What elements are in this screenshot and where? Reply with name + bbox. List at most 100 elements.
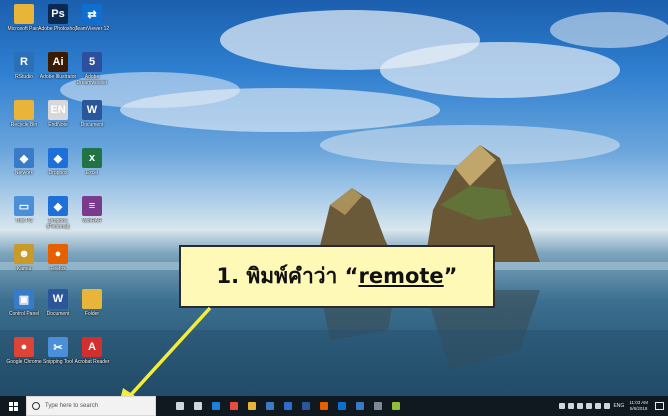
volume-icon[interactable]	[604, 403, 611, 409]
settings-icon	[374, 402, 382, 410]
desktop-shortcut[interactable]: ▭ This PC	[6, 196, 42, 242]
instruction-prefix: 1. พิมพ์คำว่า “	[216, 264, 359, 288]
desktop-shortcut[interactable]: Ai Adobe Illustrator	[40, 52, 76, 98]
taskbar: Type here to search ENG 11:03 AM 5/6/201…	[0, 396, 668, 416]
network-icon: ◆	[14, 148, 34, 168]
start-button[interactable]	[0, 396, 26, 416]
folder-icon	[14, 100, 34, 120]
file-explorer-icon	[248, 402, 256, 410]
desktop-shortcut-label: Firefox	[50, 266, 66, 272]
microphone-icon	[176, 402, 184, 410]
taskbar-app-button[interactable]	[388, 396, 404, 416]
chrome-icon	[230, 402, 238, 410]
clock-date: 5/6/2018	[629, 406, 648, 411]
desktop-shortcut[interactable]: x Excel	[74, 148, 110, 194]
task-view-icon	[194, 402, 202, 410]
teamviewer-icon	[338, 402, 346, 410]
desktop-shortcut[interactable]: ✂ Snipping Tool	[40, 337, 76, 383]
media-icon	[356, 402, 364, 410]
desktop-shortcut[interactable]: W Document	[40, 289, 76, 335]
word-icon	[302, 402, 310, 410]
taskbar-app-button[interactable]	[190, 396, 206, 416]
desktop-shortcut[interactable]: ◆ Dropbox (Personal)	[40, 196, 76, 242]
instruction-text: 1. พิมพ์คำว่า “remote”	[217, 260, 458, 293]
desktop-shortcut[interactable]: EN EndNote	[40, 100, 76, 146]
r-icon: R	[14, 52, 34, 72]
desktop-shortcut[interactable]: ⇄ TeamViewer 12	[74, 4, 110, 50]
desktop-shortcut[interactable]: ◆ Dropbox	[40, 148, 76, 194]
feather-icon	[392, 402, 400, 410]
taskbar-app-button[interactable]	[244, 396, 260, 416]
firefox-icon: ●	[48, 244, 68, 264]
desktop-shortcut-label: Folder	[84, 311, 100, 317]
desktop-shortcut[interactable]: Ps Adobe Photoshop	[38, 4, 78, 50]
desktop-shortcut-label: Acrobat Reader	[74, 359, 110, 365]
windows-logo-icon	[8, 401, 18, 411]
dropbox-icon: ◆	[48, 196, 68, 216]
html5-icon: 5	[82, 52, 102, 72]
clock[interactable]: 11:03 AM 5/6/2018	[629, 400, 648, 412]
people-icon[interactable]	[559, 403, 566, 409]
taskbar-app-button[interactable]	[226, 396, 242, 416]
acrobat-icon: A	[82, 337, 102, 357]
instruction-callout: 1. พิมพ์คำว่า “remote”	[179, 245, 495, 308]
taskbar-app-button[interactable]	[352, 396, 368, 416]
taskbar-app-button[interactable]	[208, 396, 224, 416]
taskbar-app-button[interactable]	[334, 396, 350, 416]
edge-icon	[212, 402, 220, 410]
desktop-shortcut[interactable]: Recycle Bin	[6, 100, 42, 146]
language-indicator[interactable]: ENG	[613, 403, 624, 409]
mail-icon	[284, 402, 292, 410]
folder-icon	[14, 4, 34, 24]
desktop-shortcut-label: WinRAR	[82, 218, 102, 224]
desktop-shortcut[interactable]: ≡ WinRAR	[74, 196, 110, 242]
document-icon: EN	[48, 100, 68, 120]
chrome-icon: ●	[14, 337, 34, 357]
control-panel-icon: ▣	[14, 289, 34, 309]
instruction-keyword: remote	[358, 264, 444, 288]
taskbar-app-button[interactable]	[172, 396, 188, 416]
desktop-shortcut-label: Document	[80, 122, 104, 128]
desktop-shortcut[interactable]: ▣ Control Panel	[6, 289, 42, 335]
system-tray: ENG 11:03 AM 5/6/2018	[559, 396, 668, 416]
word-icon: W	[48, 289, 68, 309]
winrar-icon: ≡	[82, 196, 102, 216]
network-icon[interactable]	[586, 403, 593, 409]
desktop-shortcut[interactable]: Folder	[74, 289, 110, 335]
taskbar-app-button[interactable]	[280, 396, 296, 416]
desktop-shortcut-label: TeamViewer 12	[74, 26, 110, 32]
computer-icon: ▭	[14, 196, 34, 216]
desktop-shortcut-label: Adobe Dreamweaver	[76, 74, 108, 86]
desktop-shortcut[interactable]: 5 Adobe Dreamweaver	[74, 52, 110, 98]
chevron-up-icon[interactable]	[568, 403, 575, 409]
desktop-shortcut[interactable]: ● Firefox	[40, 244, 76, 290]
desktop-shortcut[interactable]: W Document	[74, 100, 110, 146]
desktop-shortcut[interactable]: ◆ Network	[6, 148, 42, 194]
search-placeholder: Type here to search	[45, 403, 99, 409]
dropbox-icon: ◆	[48, 148, 68, 168]
desktop-shortcut[interactable]: ● Google Chrome	[6, 337, 42, 383]
taskbar-apps	[170, 396, 404, 416]
desktop-shortcut[interactable]: ☻ Kamal	[6, 244, 42, 290]
battery-icon[interactable]	[595, 403, 602, 409]
teamviewer-icon: ⇄	[82, 4, 102, 24]
desktop-shortcut[interactable]: Microsoft Paint	[6, 4, 42, 50]
desktop-shortcut[interactable]: A Acrobat Reader	[74, 337, 110, 383]
taskbar-app-button[interactable]	[370, 396, 386, 416]
taskbar-app-button[interactable]	[316, 396, 332, 416]
notification-icon[interactable]	[655, 402, 664, 410]
firefox-icon	[320, 402, 328, 410]
taskbar-app-button[interactable]	[298, 396, 314, 416]
illustrator-icon: Ai	[48, 52, 68, 72]
excel-icon: x	[82, 148, 102, 168]
search-box[interactable]: Type here to search	[26, 396, 156, 416]
desktop-shortcut[interactable]: R RStudio	[6, 52, 42, 98]
cloud-icon[interactable]	[577, 403, 584, 409]
photoshop-icon: Ps	[48, 4, 68, 24]
folder-icon	[82, 289, 102, 309]
snip-icon: ✂	[48, 337, 68, 357]
search-icon	[32, 402, 40, 410]
desktop-shortcut-label: Excel	[85, 170, 99, 176]
taskbar-app-button[interactable]	[262, 396, 278, 416]
word-icon: W	[82, 100, 102, 120]
